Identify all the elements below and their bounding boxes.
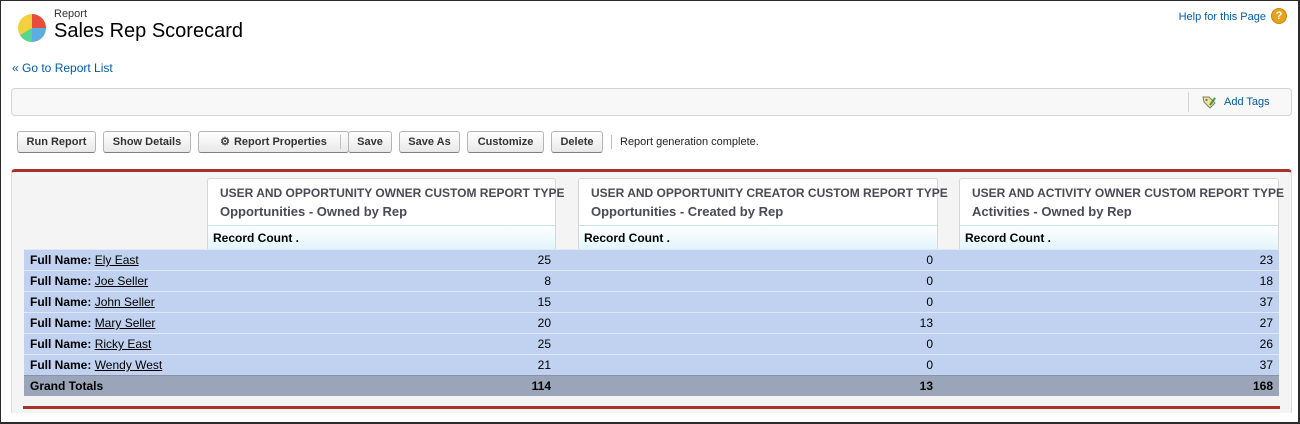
cell-value: 0 [926, 337, 933, 351]
toolbar-separator [340, 135, 341, 149]
total-value: 13 [919, 379, 933, 393]
table-row: Full Name: Ricky East 25 0 26 [24, 333, 1279, 354]
rep-name-link[interactable]: Ricky East [95, 337, 152, 351]
cell-value: 25 [537, 337, 551, 351]
customize-button[interactable]: Customize [467, 131, 544, 153]
help-icon[interactable]: ? [1271, 8, 1287, 24]
report-logo-icon [18, 14, 46, 42]
gear-icon: ⚙ [220, 136, 230, 148]
show-details-button[interactable]: Show Details [103, 131, 191, 153]
rep-name-link[interactable]: John Seller [95, 295, 155, 309]
cell-value: 25 [537, 253, 551, 267]
column-header[interactable]: Record Count . [208, 225, 555, 249]
cell-value: 37 [1259, 295, 1273, 309]
row-label: Full Name: Ricky East [30, 337, 151, 351]
cell-value: 13 [919, 316, 933, 330]
toolbar-separator [611, 135, 612, 149]
tag-divider [1188, 92, 1189, 112]
save-button[interactable]: Save [348, 131, 392, 153]
cell-value: 0 [926, 274, 933, 288]
row-label: Full Name: John Seller [30, 295, 155, 309]
row-label-prefix: Full Name: [30, 253, 92, 267]
cell-value: 21 [537, 358, 551, 372]
table-row: Full Name: Mary Seller 20 13 27 [24, 312, 1279, 333]
row-label: Full Name: Ely East [30, 253, 139, 267]
table-row: Full Name: John Seller 15 0 37 [24, 291, 1279, 312]
table-row: Full Name: Wendy West 21 0 37 [24, 354, 1279, 375]
rep-name-link[interactable]: Ely East [95, 253, 139, 267]
cell-value: 0 [926, 358, 933, 372]
status-message: Report generation complete. [620, 136, 759, 148]
row-label: Full Name: Joe Seller [30, 274, 148, 288]
report-bottom-rule [23, 406, 1280, 409]
table-row: Full Name: Joe Seller 8 0 18 [24, 270, 1279, 291]
column-header-label: Record Count . [584, 231, 670, 245]
block-name: Opportunities - Owned by Rep [220, 204, 408, 219]
rep-name-link[interactable]: Wendy West [95, 358, 163, 372]
go-to-report-list-link[interactable]: « Go to Report List [12, 61, 113, 75]
report-properties-label: Report Properties [233, 136, 327, 148]
table-row: Full Name: Ely East 25 0 23 [24, 249, 1279, 270]
row-label-prefix: Full Name: [30, 358, 92, 372]
row-label: Full Name: Wendy West [30, 358, 162, 372]
block-header-owned-opportunities: USER AND OPPORTUNITY OWNER CUSTOM REPORT… [207, 178, 564, 249]
cell-value: 15 [537, 295, 551, 309]
row-label-prefix: Full Name: [30, 337, 92, 351]
row-label-prefix: Full Name: [30, 316, 92, 330]
block-header-created-opportunities: USER AND OPPORTUNITY CREATOR CUSTOM REPO… [578, 178, 948, 249]
help-link[interactable]: Help for this Page [1179, 11, 1266, 23]
row-label-prefix: Full Name: [30, 274, 92, 288]
save-as-button[interactable]: Save As [399, 131, 460, 153]
cell-value: 0 [926, 253, 933, 267]
cell-value: 23 [1259, 253, 1273, 267]
total-value: 168 [1252, 379, 1273, 393]
page-title: Sales Rep Scorecard [54, 20, 243, 42]
grand-totals-row: Grand Totals 114 13 168 [24, 375, 1279, 396]
add-tags-link[interactable]: Add Tags [1224, 96, 1270, 108]
cell-value: 37 [1259, 358, 1273, 372]
block-header-owned-activities: USER AND ACTIVITY OWNER CUSTOM REPORT TY… [959, 178, 1284, 249]
block-name: Activities - Owned by Rep [972, 204, 1132, 219]
report-data-table: Full Name: Ely East 25 0 23 Full Name: J… [24, 249, 1279, 396]
cell-value: 26 [1259, 337, 1273, 351]
column-header-label: Record Count . [213, 231, 299, 245]
cell-value: 18 [1259, 274, 1273, 288]
block-report-type: USER AND ACTIVITY OWNER CUSTOM REPORT TY… [972, 186, 1285, 200]
cell-value: 27 [1259, 316, 1273, 330]
column-header[interactable]: Record Count . [579, 225, 937, 249]
block-report-type: USER AND OPPORTUNITY CREATOR CUSTOM REPO… [591, 186, 948, 200]
total-value: 114 [531, 379, 551, 393]
rep-name-link[interactable]: Mary Seller [95, 316, 156, 330]
block-name: Opportunities - Created by Rep [591, 204, 784, 219]
block-report-type: USER AND OPPORTUNITY OWNER CUSTOM REPORT… [220, 186, 565, 200]
column-header[interactable]: Record Count . [960, 225, 1278, 249]
row-label-prefix: Full Name: [30, 295, 92, 309]
delete-button[interactable]: Delete [551, 131, 603, 153]
tag-bar: Add Tags [11, 88, 1292, 116]
rep-name-link[interactable]: Joe Seller [95, 274, 148, 288]
cell-value: 20 [537, 316, 551, 330]
report-properties-button[interactable]: ⚙ Report Properties [198, 131, 349, 153]
cell-value: 8 [544, 274, 551, 288]
row-label: Full Name: Mary Seller [30, 316, 155, 330]
tag-icon[interactable] [1201, 94, 1217, 110]
page-type-label: Report [54, 8, 88, 20]
column-header-label: Record Count . [965, 231, 1051, 245]
grand-totals-label: Grand Totals [30, 379, 104, 393]
run-report-button[interactable]: Run Report [17, 131, 96, 153]
cell-value: 0 [926, 295, 933, 309]
